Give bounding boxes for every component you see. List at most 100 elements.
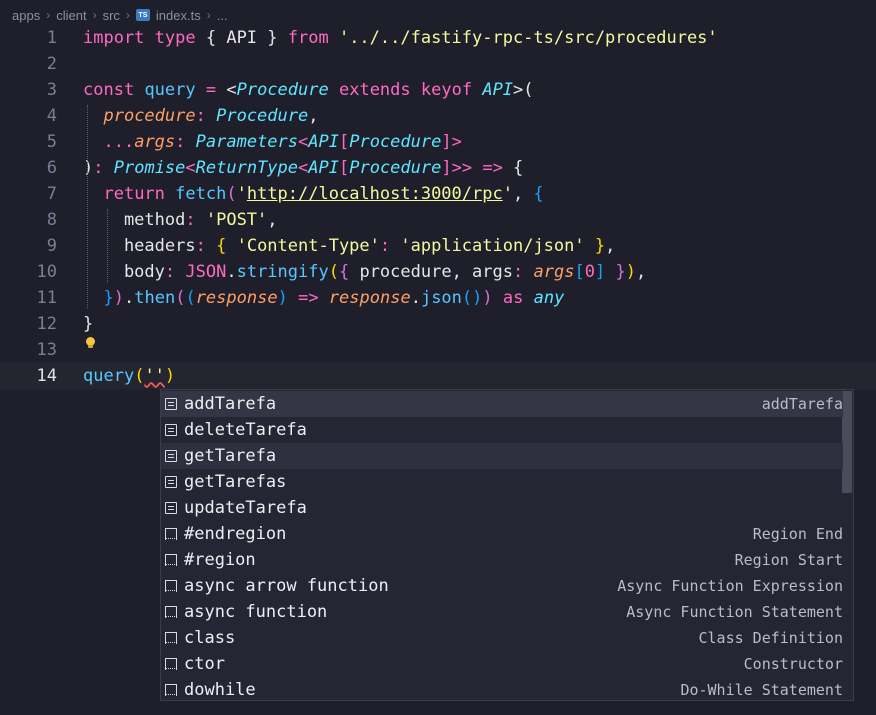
code-token: http://localhost:3000/rpc: [246, 184, 503, 204]
code-token: [: [338, 132, 350, 152]
code-line[interactable]: 13: [0, 337, 876, 363]
code-line[interactable]: 5 ...args: Parameters<API[Procedure]>: [0, 129, 876, 155]
code-token: '../../fastify-rpc-ts/src/procedures': [338, 28, 718, 48]
code-line[interactable]: 11 }).then((response) => response.json()…: [0, 285, 876, 311]
line-number: 2: [46, 54, 57, 74]
code-token: ]>>: [441, 158, 473, 178]
line-number: 11: [36, 288, 57, 308]
code-token: }: [83, 314, 94, 334]
suggestion-item[interactable]: #endregion Region End: [161, 521, 843, 547]
code-line[interactable]: 3 const query = <Procedure extends keyof …: [0, 77, 876, 103]
suggestion-item[interactable]: getTarefas: [161, 469, 843, 495]
code-token: (: [175, 288, 186, 308]
code-line[interactable]: 12}: [0, 311, 876, 337]
code-line[interactable]: 2: [0, 51, 876, 77]
code-token: response: [328, 288, 411, 308]
code-line[interactable]: 9 headers: { 'Content-Type': 'applicatio…: [0, 233, 876, 259]
code-token: (): [461, 288, 483, 308]
code-token: any: [533, 288, 565, 308]
code-token: <: [216, 80, 237, 100]
code-token: const: [83, 80, 135, 100]
code-token: ': [236, 184, 247, 204]
snippet-icon: [165, 684, 177, 696]
code-token: <: [298, 158, 309, 178]
code-line[interactable]: 7 return fetch('http://localhost:3000/rp…: [0, 181, 876, 207]
code-token: (: [226, 184, 237, 204]
suggestion-item[interactable]: dowhile Do-While Statement: [161, 677, 843, 700]
code-token: <: [298, 132, 309, 152]
suggestion-detail: Constructor: [743, 655, 843, 673]
suggestion-item[interactable]: updateTarefa: [161, 495, 843, 521]
lightbulb-icon[interactable]: [86, 337, 95, 349]
code-token: then: [134, 288, 176, 308]
indent-guide: [87, 105, 89, 309]
suggestion-item[interactable]: async function Async Function Statement: [161, 599, 843, 625]
code-token: [: [338, 158, 350, 178]
snippet-icon: [165, 528, 177, 540]
code-token: (: [134, 366, 145, 386]
list-icon: [165, 502, 177, 514]
code-token: import: [83, 28, 145, 48]
code-text: headers: { 'Content-Type': 'application/…: [83, 236, 615, 256]
code-text: body: JSON.stringify({ procedure, args: …: [83, 262, 646, 282]
code-token: Procedure: [349, 132, 442, 152]
suggestion-scrollbar[interactable]: [842, 391, 852, 493]
breadcrumb-symbol[interactable]: ...: [217, 8, 228, 23]
code-token: 'Content-Type': [236, 236, 380, 256]
suggestion-item[interactable]: getTarefa: [161, 443, 843, 469]
code-line[interactable]: 14 query(''): [0, 363, 876, 389]
code-token: }: [615, 262, 626, 282]
code-token: :: [164, 262, 176, 282]
breadcrumb-file[interactable]: index.ts: [156, 8, 201, 23]
code-token: ]: [594, 262, 606, 282]
code-editor[interactable]: 1 import type { API } from '../../fastify…: [0, 24, 876, 404]
breadcrumb-apps[interactable]: apps: [12, 8, 40, 23]
suggestion-item[interactable]: async arrow function Async Function Expre…: [161, 573, 843, 599]
code-line[interactable]: 6): Promise<ReturnType<API[Procedure]>> …: [0, 155, 876, 181]
suggestion-label: class: [184, 628, 236, 648]
code-token: Parameters: [195, 132, 299, 152]
code-token: ,: [635, 262, 647, 282]
code-token: ): [625, 262, 636, 282]
code-text: const query = <Procedure extends keyof A…: [83, 80, 534, 100]
code-line[interactable]: 1 import type { API } from '../../fastify…: [0, 25, 876, 51]
suggestion-detail: Region End: [752, 525, 843, 543]
suggestion-widget[interactable]: addTarefa addTarefa deleteTarefa getTarefa g…: [160, 389, 854, 701]
suggestion-detail: Async Function Expression: [617, 577, 843, 595]
code-token: (: [185, 288, 196, 308]
code-line[interactable]: 8 method: 'POST',: [0, 207, 876, 233]
code-token: query: [144, 80, 196, 100]
code-token: =>: [298, 288, 319, 308]
code-token: API: [308, 132, 339, 152]
suggestion-item[interactable]: deleteTarefa: [161, 417, 843, 443]
code-token: keyof: [420, 80, 473, 100]
suggestion-label: async arrow function: [184, 576, 389, 596]
snippet-icon: [165, 554, 177, 566]
breadcrumb-src[interactable]: src: [103, 8, 120, 23]
code-token: ,: [605, 236, 616, 256]
snippet-icon: [165, 580, 177, 592]
breadcrumb-client[interactable]: client: [56, 8, 86, 23]
suggestion-item[interactable]: class Class Definition: [161, 625, 843, 651]
code-token: {: [338, 262, 350, 282]
code-line[interactable]: 4 procedure: Procedure,: [0, 103, 876, 129]
line-number: 13: [36, 340, 57, 360]
suggestion-item[interactable]: addTarefa addTarefa: [161, 391, 843, 417]
code-line[interactable]: 10 body: JSON.stringify({ procedure, arg…: [0, 259, 876, 285]
suggestion-item[interactable]: #region Region Start: [161, 547, 843, 573]
suggestion-item[interactable]: ctor Constructor: [161, 651, 843, 677]
chevron-right-icon: ›: [46, 8, 51, 22]
code-text: import type { API } from '../../fastify-…: [83, 28, 718, 48]
chevron-right-icon: ›: [206, 8, 211, 22]
list-icon: [165, 450, 177, 462]
